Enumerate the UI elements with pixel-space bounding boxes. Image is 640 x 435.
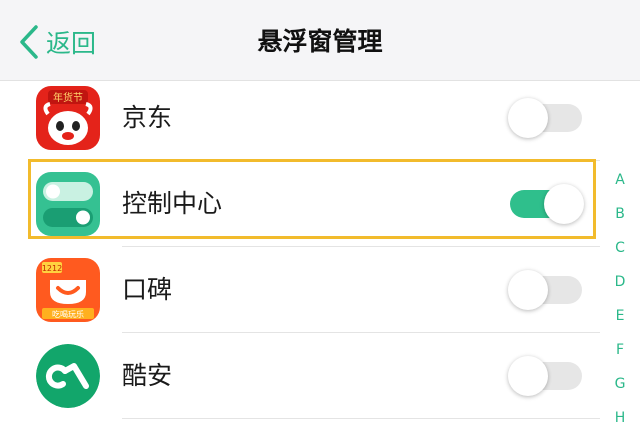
index-letter[interactable]: H — [606, 401, 634, 435]
index-letter[interactable]: D — [606, 265, 634, 299]
app-name: 口碑 — [122, 275, 173, 304]
index-letter[interactable]: A — [606, 163, 634, 197]
index-letter[interactable]: B — [606, 197, 634, 231]
svg-text:年货节: 年货节 — [53, 91, 83, 104]
toggle-knob — [508, 270, 548, 310]
alphabet-index: A B C D E F G H — [606, 163, 634, 435]
list-item-coolapk: 酷安 — [0, 333, 600, 419]
app-name: 酷安 — [122, 361, 173, 390]
svg-text:吃喝玩乐: 吃喝玩乐 — [52, 309, 84, 319]
koubei-app-icon: 1212 吃喝玩乐 — [36, 258, 100, 322]
index-letter[interactable]: F — [606, 333, 634, 367]
app-name: 京东 — [122, 103, 173, 132]
jd-app-icon: 年货节 — [36, 86, 100, 150]
toggle-knob — [508, 356, 548, 396]
index-letter[interactable]: E — [606, 299, 634, 333]
toggle-jd[interactable] — [508, 98, 582, 138]
toggle-coolapk[interactable] — [508, 356, 582, 396]
index-letter[interactable]: G — [606, 367, 634, 401]
app-name: 控制中心 — [122, 189, 223, 218]
toggle-knob — [508, 98, 548, 138]
coolapk-app-icon — [36, 344, 100, 408]
list-item-koubei: 1212 吃喝玩乐 口碑 — [0, 247, 600, 333]
svg-text:1212: 1212 — [42, 264, 62, 273]
page-title: 悬浮窗管理 — [257, 27, 383, 56]
nav-bar: 返回 悬浮窗管理 — [0, 0, 640, 81]
toggle-koubei[interactable] — [508, 270, 582, 310]
toggle-control-center[interactable] — [510, 184, 584, 224]
control-center-app-icon — [36, 172, 100, 236]
index-letter[interactable]: C — [606, 231, 634, 265]
toggle-knob — [544, 184, 584, 224]
list-item-control-center: 控制中心 — [0, 161, 600, 247]
list-item-jd: 年货节 京东 — [0, 75, 600, 161]
divider — [122, 418, 600, 419]
